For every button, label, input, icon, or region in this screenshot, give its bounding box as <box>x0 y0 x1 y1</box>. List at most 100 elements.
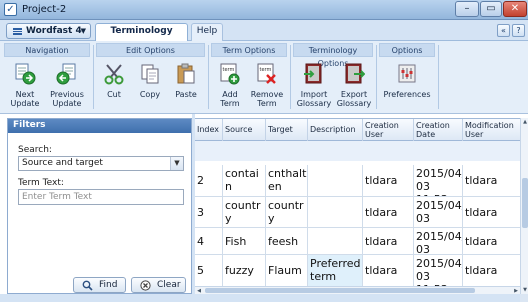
column-header-source[interactable]: Source <box>223 119 266 141</box>
table-row[interactable]: 5 fuzzy Flaum Preferred term tldara 2015… <box>195 255 520 287</box>
cell-creation-date: 2015/04/ 03 11:53 <box>416 197 463 227</box>
scroll-down-icon[interactable]: ▼ <box>521 286 528 294</box>
chevron-down-icon: ▼ <box>80 27 86 35</box>
column-header-modification-user[interactable]: Modification User <box>463 119 520 141</box>
column-header-description[interactable]: Description <box>308 119 363 141</box>
cell-creation-user: tldara <box>363 228 414 254</box>
paste-label: Paste <box>175 90 197 99</box>
next-update-button[interactable]: Next Update <box>6 61 44 111</box>
cell-target[interactable]: countr y <box>266 197 308 227</box>
cell-target[interactable]: Flaum <box>266 255 308 286</box>
app-menu-button[interactable]: Wordfast 4 ▼ <box>6 23 91 39</box>
paste-button[interactable]: Paste <box>170 61 202 111</box>
cell-source[interactable]: countr y <box>223 197 266 227</box>
cell-target[interactable]: feesh <box>266 228 308 254</box>
ribbon-group-navigation: Navigation Next Update Previous Update <box>4 43 90 112</box>
add-term-button[interactable]: term Add Term <box>213 61 247 111</box>
cell-source[interactable]: Fish <box>223 228 266 254</box>
import-glossary-button[interactable]: Import Glossary <box>295 61 333 111</box>
export-glossary-icon <box>345 63 365 84</box>
cell-modification-user: tldara <box>465 206 498 219</box>
cell-index: 4 <box>195 228 223 254</box>
minimize-button[interactable]: – <box>455 1 479 17</box>
svg-text:term: term <box>260 67 272 73</box>
paste-icon <box>177 63 195 84</box>
copy-label: Copy <box>139 90 161 99</box>
table-row[interactable]: 3 countr y countr y tldara 2015/04/ 03 1… <box>195 197 520 228</box>
check-mark-icon: ✓ <box>4 3 17 16</box>
scroll-thumb[interactable] <box>205 288 475 293</box>
horizontal-scrollbar[interactable]: ◀ ▶ <box>195 286 520 294</box>
cut-button[interactable]: Cut <box>98 61 130 111</box>
previous-update-button[interactable]: Previous Update <box>46 61 88 111</box>
tab-help[interactable]: Help <box>191 23 223 41</box>
group-title: Options <box>379 43 435 57</box>
table-row[interactable]: 4 Fish feesh tldara 2015/04/ 03 11:53 tl… <box>195 228 520 255</box>
ribbon-tab-row: Wordfast 4 ▼ Terminology Admin Help « ? <box>0 20 528 51</box>
ribbon-divider <box>376 45 377 109</box>
column-header-target[interactable]: Target <box>266 119 308 141</box>
ribbon-divider <box>208 45 209 109</box>
copy-button[interactable]: Copy <box>134 61 166 111</box>
svg-text:term: term <box>223 67 235 73</box>
cell-creation-date: 2015/04/ 03 11:53 <box>416 228 463 254</box>
ribbon-group-terminology-options: Terminology Options Import Glossary Expo… <box>293 43 373 112</box>
filters-title: Filters <box>8 119 191 133</box>
chevron-down-icon: ▼ <box>170 157 183 170</box>
remove-term-button[interactable]: term Remove Term <box>249 61 285 111</box>
cell-description[interactable] <box>308 197 363 227</box>
collapse-ribbon-button[interactable]: « <box>497 24 510 37</box>
find-label: Find <box>99 280 118 290</box>
import-glossary-label: Import Glossary <box>296 90 332 108</box>
clear-label: Clear <box>157 280 181 290</box>
search-scope-select[interactable]: Source and target ▼ <box>18 156 184 171</box>
cell-description-selected[interactable]: Preferred term <box>308 255 363 286</box>
cell-creation-user: tldara <box>363 165 414 196</box>
collapse-icon: « <box>501 26 506 35</box>
scissors-icon <box>104 64 124 85</box>
next-update-label: Next Update <box>10 90 40 108</box>
preferences-button[interactable]: Preferences <box>381 61 433 111</box>
cell-description[interactable] <box>308 165 363 196</box>
app-menu-label: Wordfast 4 <box>26 26 82 36</box>
scroll-thumb[interactable] <box>522 178 528 228</box>
export-glossary-button[interactable]: Export Glossary <box>335 61 373 111</box>
group-title: Terminology Options <box>293 43 373 68</box>
resize-grip[interactable] <box>520 294 528 302</box>
cell-creation-user: tldara <box>363 197 414 227</box>
ribbon-divider <box>438 45 439 109</box>
ribbon-divider <box>290 45 291 109</box>
tab-terminology-admin[interactable]: Terminology Admin <box>95 23 188 51</box>
copy-icon <box>141 64 159 84</box>
search-scope-value: Source and target <box>22 158 103 168</box>
cell-description[interactable] <box>308 228 363 254</box>
maximize-button[interactable]: ▭ <box>480 1 502 17</box>
cell-modification-user: tldara <box>465 235 498 248</box>
term-text-label: Term Text: <box>18 178 64 188</box>
group-title: Navigation <box>4 43 90 57</box>
clear-button[interactable]: Clear <box>131 277 186 293</box>
group-title: Edit Options <box>96 43 205 57</box>
vertical-scrollbar[interactable]: ▲ ▼ <box>520 118 528 294</box>
term-text-input[interactable] <box>18 189 184 205</box>
preferences-icon <box>398 64 416 83</box>
search-label: Search: <box>18 145 52 155</box>
cell-index: 5 <box>195 255 223 286</box>
find-button[interactable]: Find <box>73 277 126 293</box>
column-header-index[interactable]: Index <box>195 119 223 141</box>
cell-source[interactable]: fuzzy <box>223 255 266 286</box>
remove-term-label: Remove Term <box>250 90 284 108</box>
column-header-creation-user[interactable]: Creation User <box>363 119 414 141</box>
column-header-creation-date[interactable]: Creation Date <box>414 119 463 141</box>
cell-creation-date: 2015/04/ 03 11:53 <box>414 165 463 196</box>
cell-source[interactable]: contai n <box>223 165 266 196</box>
help-button[interactable]: ? <box>512 24 525 37</box>
ribbon-group-options: Options Preferences <box>379 43 435 112</box>
export-glossary-label: Export Glossary <box>336 90 372 108</box>
cell-target[interactable]: cnthalt en <box>266 165 308 196</box>
close-button[interactable]: ✕ <box>503 1 527 17</box>
table-row[interactable]: 2 contai n cnthalt en tldara 2015/04/ 03… <box>195 165 520 197</box>
add-term-icon: term <box>220 63 240 85</box>
help-icon: ? <box>516 26 521 35</box>
scroll-up-icon[interactable]: ▲ <box>521 118 528 126</box>
